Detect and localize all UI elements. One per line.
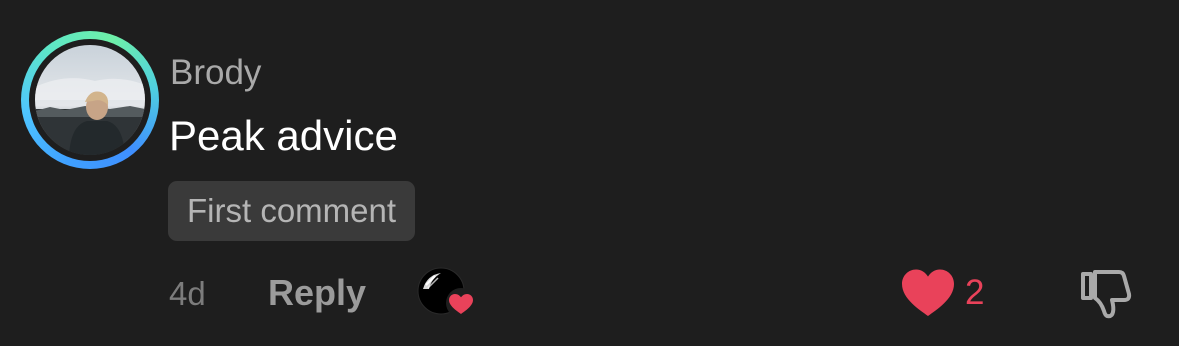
reply-button[interactable]: Reply <box>268 272 366 314</box>
heart-icon <box>902 269 954 316</box>
like-button[interactable] <box>900 268 956 318</box>
comment-item: Brody Peak advice First comment 4d Reply… <box>0 0 1179 346</box>
comment-username[interactable]: Brody <box>170 52 261 94</box>
like-count: 2 <box>965 273 985 312</box>
avatar-ring-gap <box>29 39 151 161</box>
first-comment-badge: First comment <box>168 181 416 241</box>
thumbs-down-icon <box>1081 270 1132 319</box>
avatar-story-ring[interactable] <box>21 31 159 169</box>
comment-text: Peak advice <box>169 112 398 159</box>
creator-liked-icon <box>417 267 479 319</box>
comment-timestamp: 4d <box>169 275 206 312</box>
dislike-button[interactable] <box>1079 268 1137 320</box>
avatar[interactable] <box>35 45 145 155</box>
